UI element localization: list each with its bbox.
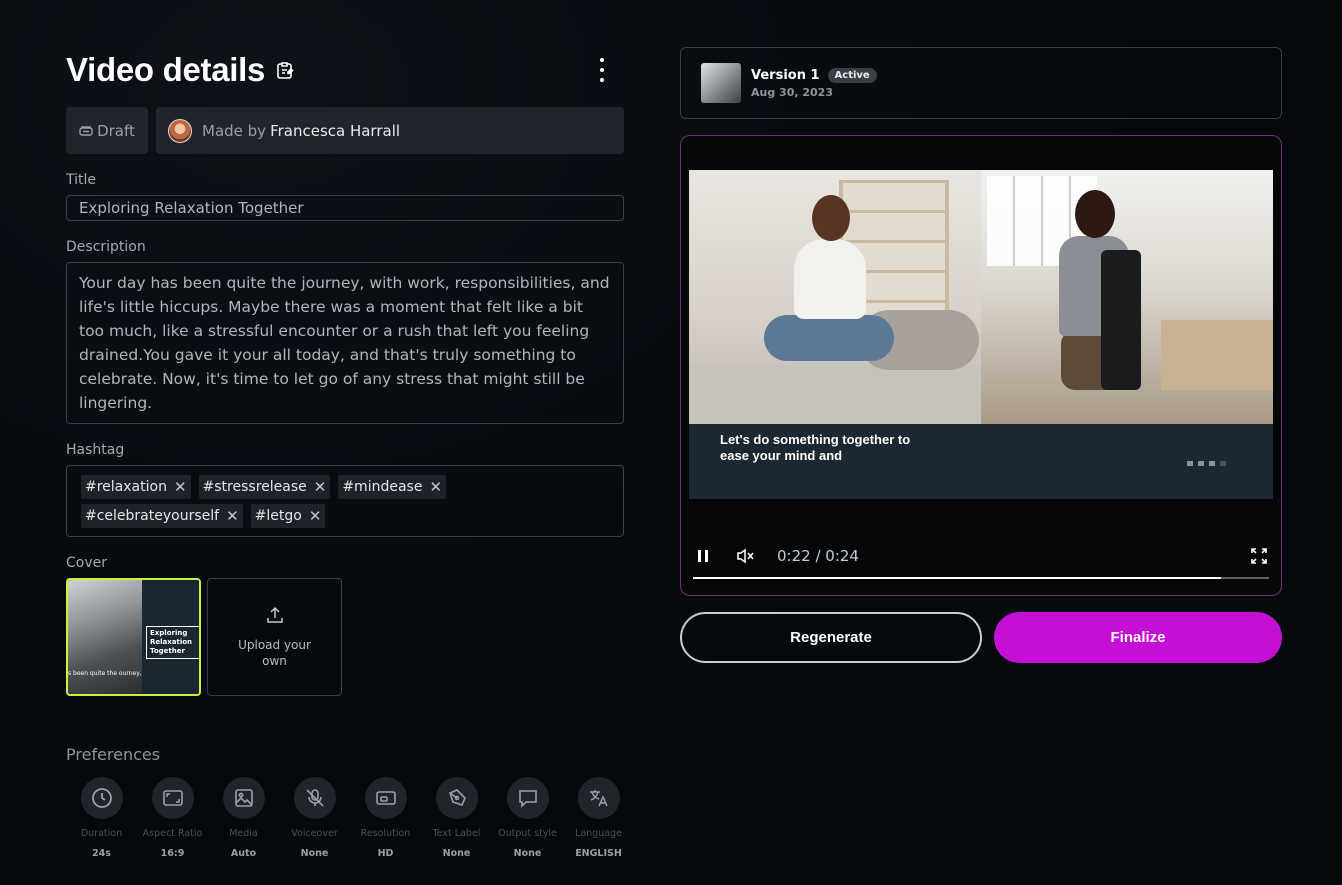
finalize-button[interactable]: Finalize <box>994 612 1282 663</box>
video-caption: Let's do something together to ease your… <box>720 432 911 463</box>
preferences-list: Duration 24s Aspect Ratio 16:9 Media Aut… <box>66 777 634 859</box>
avatar <box>168 118 192 143</box>
video-details-panel: Video details Draft Made by Francesca Har… <box>66 48 624 696</box>
hashtag-chip: #letgo ✕ <box>250 504 326 528</box>
hashtag-input[interactable]: #relaxation ✕ #stressrelease ✕ #mindease ✕ … <box>66 465 624 537</box>
version-name: Version 1 <box>751 67 820 83</box>
video-frame[interactable]: Let's do something together to ease your… <box>689 170 1273 499</box>
pref-label: Aspect Ratio <box>142 828 203 839</box>
remove-tag-icon[interactable]: ✕ <box>226 507 239 525</box>
pref-value: 16:9 <box>160 848 185 859</box>
made-by-label: Made by <box>202 121 267 140</box>
description-label: Description <box>66 239 146 255</box>
upload-label: Upload your own <box>238 638 311 668</box>
more-options-icon[interactable] <box>594 58 610 82</box>
pref-media[interactable]: Media Auto <box>208 777 279 859</box>
author-name: Francesca Harrall <box>270 121 401 140</box>
cover-caption: Exploring Relaxation Together <box>146 626 199 659</box>
preferences-title: Preferences <box>66 745 161 764</box>
progress-bar[interactable] <box>693 577 1269 579</box>
hashtag-text: #mindease <box>342 479 423 495</box>
video-player: Let's do something together to ease your… <box>680 135 1282 596</box>
player-controls: 0:22 / 0:24 <box>693 544 1269 568</box>
fullscreen-icon[interactable] <box>1249 546 1269 566</box>
scene-office <box>981 170 1273 424</box>
time-display: 0:22 / 0:24 <box>777 547 859 565</box>
slide-dots <box>1187 461 1226 466</box>
pref-value: ENGLISH <box>575 848 622 859</box>
cover-subcaption: s been quite the ourney, <box>68 670 142 677</box>
hashtag-text: #relaxation <box>85 479 167 495</box>
clipboard-edit-icon[interactable] <box>275 60 295 80</box>
pref-label: Language <box>575 828 622 839</box>
hashtag-label: Hashtag <box>66 442 125 458</box>
pref-value: None <box>300 848 329 859</box>
draft-icon <box>79 125 93 136</box>
page-title: Video details <box>66 51 266 88</box>
hashtag-text: #stressrelease <box>202 479 307 495</box>
active-badge: Active <box>827 67 877 83</box>
hashtag-chip: #stressrelease ✕ <box>198 475 331 499</box>
cover-thumbnail-selected[interactable]: Exploring Relaxation Together s been qui… <box>66 578 201 696</box>
mute-icon[interactable] <box>735 546 755 566</box>
mic-off-icon[interactable] <box>293 777 336 819</box>
cover-label: Cover <box>66 555 107 571</box>
version-thumbnail <box>701 63 741 103</box>
pref-label: Resolution <box>360 828 411 839</box>
pref-value: 24s <box>92 848 111 859</box>
hashtag-chip: #mindease ✕ <box>338 475 447 499</box>
pref-value: HD <box>377 848 394 859</box>
remove-tag-icon[interactable]: ✕ <box>309 507 322 525</box>
pen-tool-icon[interactable] <box>435 777 478 819</box>
translate-icon[interactable] <box>577 777 620 819</box>
scene-meditation <box>689 170 981 424</box>
preview-panel: Version 1 Active Aug 30, 2023 Let's do s… <box>680 47 1282 663</box>
status-badge: Draft <box>66 107 148 154</box>
pref-aspect-ratio[interactable]: Aspect Ratio 16:9 <box>137 777 208 859</box>
action-buttons: Regenerate Finalize <box>680 612 1282 663</box>
caption-band: Let's do something together to ease your… <box>689 424 1273 499</box>
pref-voiceover[interactable]: Voiceover None <box>279 777 350 859</box>
aspect-ratio-icon[interactable] <box>151 777 194 819</box>
title-row: Video details <box>66 48 624 92</box>
description-textarea[interactable]: Your day has been quite the journey, wit… <box>66 262 624 424</box>
title-label: Title <box>66 172 97 188</box>
pref-label: Output style <box>498 828 557 839</box>
remove-tag-icon[interactable]: ✕ <box>314 478 327 496</box>
pref-label: Media <box>229 828 258 839</box>
version-date: Aug 30, 2023 <box>751 85 833 99</box>
resolution-icon[interactable] <box>364 777 407 819</box>
pref-language[interactable]: Language ENGLISH <box>563 777 634 859</box>
remove-tag-icon[interactable]: ✕ <box>174 478 187 496</box>
pref-label: Text Label <box>432 828 481 839</box>
pref-text-label[interactable]: Text Label None <box>421 777 492 859</box>
upload-icon <box>266 606 283 623</box>
pref-resolution[interactable]: Resolution HD <box>350 777 421 859</box>
regenerate-button[interactable]: Regenerate <box>680 612 982 663</box>
pref-label: Voiceover <box>291 828 338 839</box>
pref-duration[interactable]: Duration 24s <box>66 777 137 859</box>
progress-fill <box>693 577 1222 579</box>
version-card[interactable]: Version 1 Active Aug 30, 2023 <box>680 47 1282 119</box>
status-label: Draft <box>97 121 135 140</box>
image-icon[interactable] <box>222 777 265 819</box>
pref-value: None <box>442 848 471 859</box>
meta-row: Draft Made by Francesca Harrall <box>66 107 624 154</box>
clock-icon[interactable] <box>80 777 123 819</box>
pref-value: None <box>513 848 542 859</box>
hashtag-text: #letgo <box>254 508 302 524</box>
title-input[interactable]: Exploring Relaxation Together <box>66 195 624 221</box>
hashtag-text: #celebrateyourself <box>85 508 220 524</box>
author-chip: Made by Francesca Harrall <box>156 107 624 154</box>
pref-label: Duration <box>80 828 123 839</box>
pref-output-style[interactable]: Output style None <box>492 777 563 859</box>
speech-bubble-icon[interactable] <box>506 777 549 819</box>
cover-row: Exploring Relaxation Together s been qui… <box>66 578 624 696</box>
upload-cover-button[interactable]: Upload your own <box>207 578 342 696</box>
remove-tag-icon[interactable]: ✕ <box>429 478 442 496</box>
pause-icon[interactable] <box>693 546 713 566</box>
pref-value: Auto <box>230 848 257 859</box>
hashtag-chip: #celebrateyourself ✕ <box>81 504 243 528</box>
hashtag-chip: #relaxation ✕ <box>81 475 191 499</box>
